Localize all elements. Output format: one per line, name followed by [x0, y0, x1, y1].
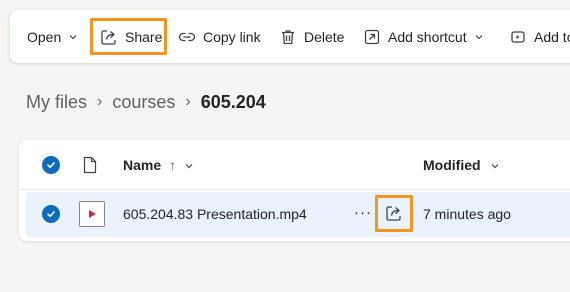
chevron-down-icon — [185, 164, 193, 169]
add-to-icon — [511, 30, 525, 43]
play-icon — [89, 210, 96, 218]
select-all-checkbox[interactable] — [42, 156, 60, 174]
name-header-label: Name — [123, 157, 162, 173]
add-shortcut-button[interactable]: Add shortcut — [363, 10, 484, 63]
chevron-down-icon — [492, 164, 499, 169]
share-highlight — [90, 18, 167, 55]
file-type-icon — [83, 156, 97, 174]
delete-button[interactable]: Delete — [279, 10, 344, 63]
sort-ascending-icon: ↑ — [169, 157, 177, 173]
file-list: Name ↑ Modified 605.204.83 Presentation.… — [19, 140, 570, 241]
checkmark-icon — [47, 162, 55, 168]
copy-link-button[interactable]: Copy link — [178, 10, 261, 63]
list-header: Name ↑ Modified — [19, 140, 570, 190]
trash-icon — [282, 29, 294, 44]
delete-label: Delete — [304, 28, 345, 45]
more-options-button[interactable]: ··· — [354, 204, 372, 221]
copy-link-label: Copy link — [203, 28, 261, 45]
breadcrumb-current: 605.204 — [200, 91, 266, 112]
add-to-label: Add to — [534, 28, 570, 45]
add-shortcut-label: Add shortcut — [388, 28, 467, 45]
command-bar: Open Share Copy link Delete Add shortcut — [10, 10, 570, 63]
breadcrumb-separator: › — [185, 93, 191, 110]
table-row[interactable]: 605.204.83 Presentation.mp4 ··· 7 minute… — [26, 192, 570, 237]
modified-time: 7 minutes ago — [423, 206, 511, 222]
checkmark-icon — [47, 211, 55, 217]
breadcrumb-separator: › — [97, 93, 103, 110]
open-button[interactable]: Open — [27, 10, 78, 63]
chevron-down-icon — [69, 34, 77, 39]
link-icon — [178, 32, 196, 41]
open-label: Open — [27, 28, 62, 45]
row-share-highlight — [375, 195, 413, 232]
add-to-button[interactable]: Add to — [509, 10, 570, 63]
row-checkbox[interactable] — [42, 205, 60, 223]
breadcrumb: My files › courses › 605.204 — [26, 90, 266, 114]
file-name[interactable]: 605.204.83 Presentation.mp4 — [123, 206, 307, 222]
shortcut-icon — [364, 29, 380, 44]
chevron-down-icon — [475, 34, 483, 39]
breadcrumb-my-files[interactable]: My files — [26, 92, 87, 113]
video-file-icon — [79, 201, 105, 227]
breadcrumb-courses[interactable]: courses — [112, 92, 175, 113]
modified-header-label: Modified — [423, 157, 481, 173]
modified-column-header[interactable]: Modified — [423, 157, 500, 173]
name-column-header[interactable]: Name ↑ — [123, 157, 194, 173]
